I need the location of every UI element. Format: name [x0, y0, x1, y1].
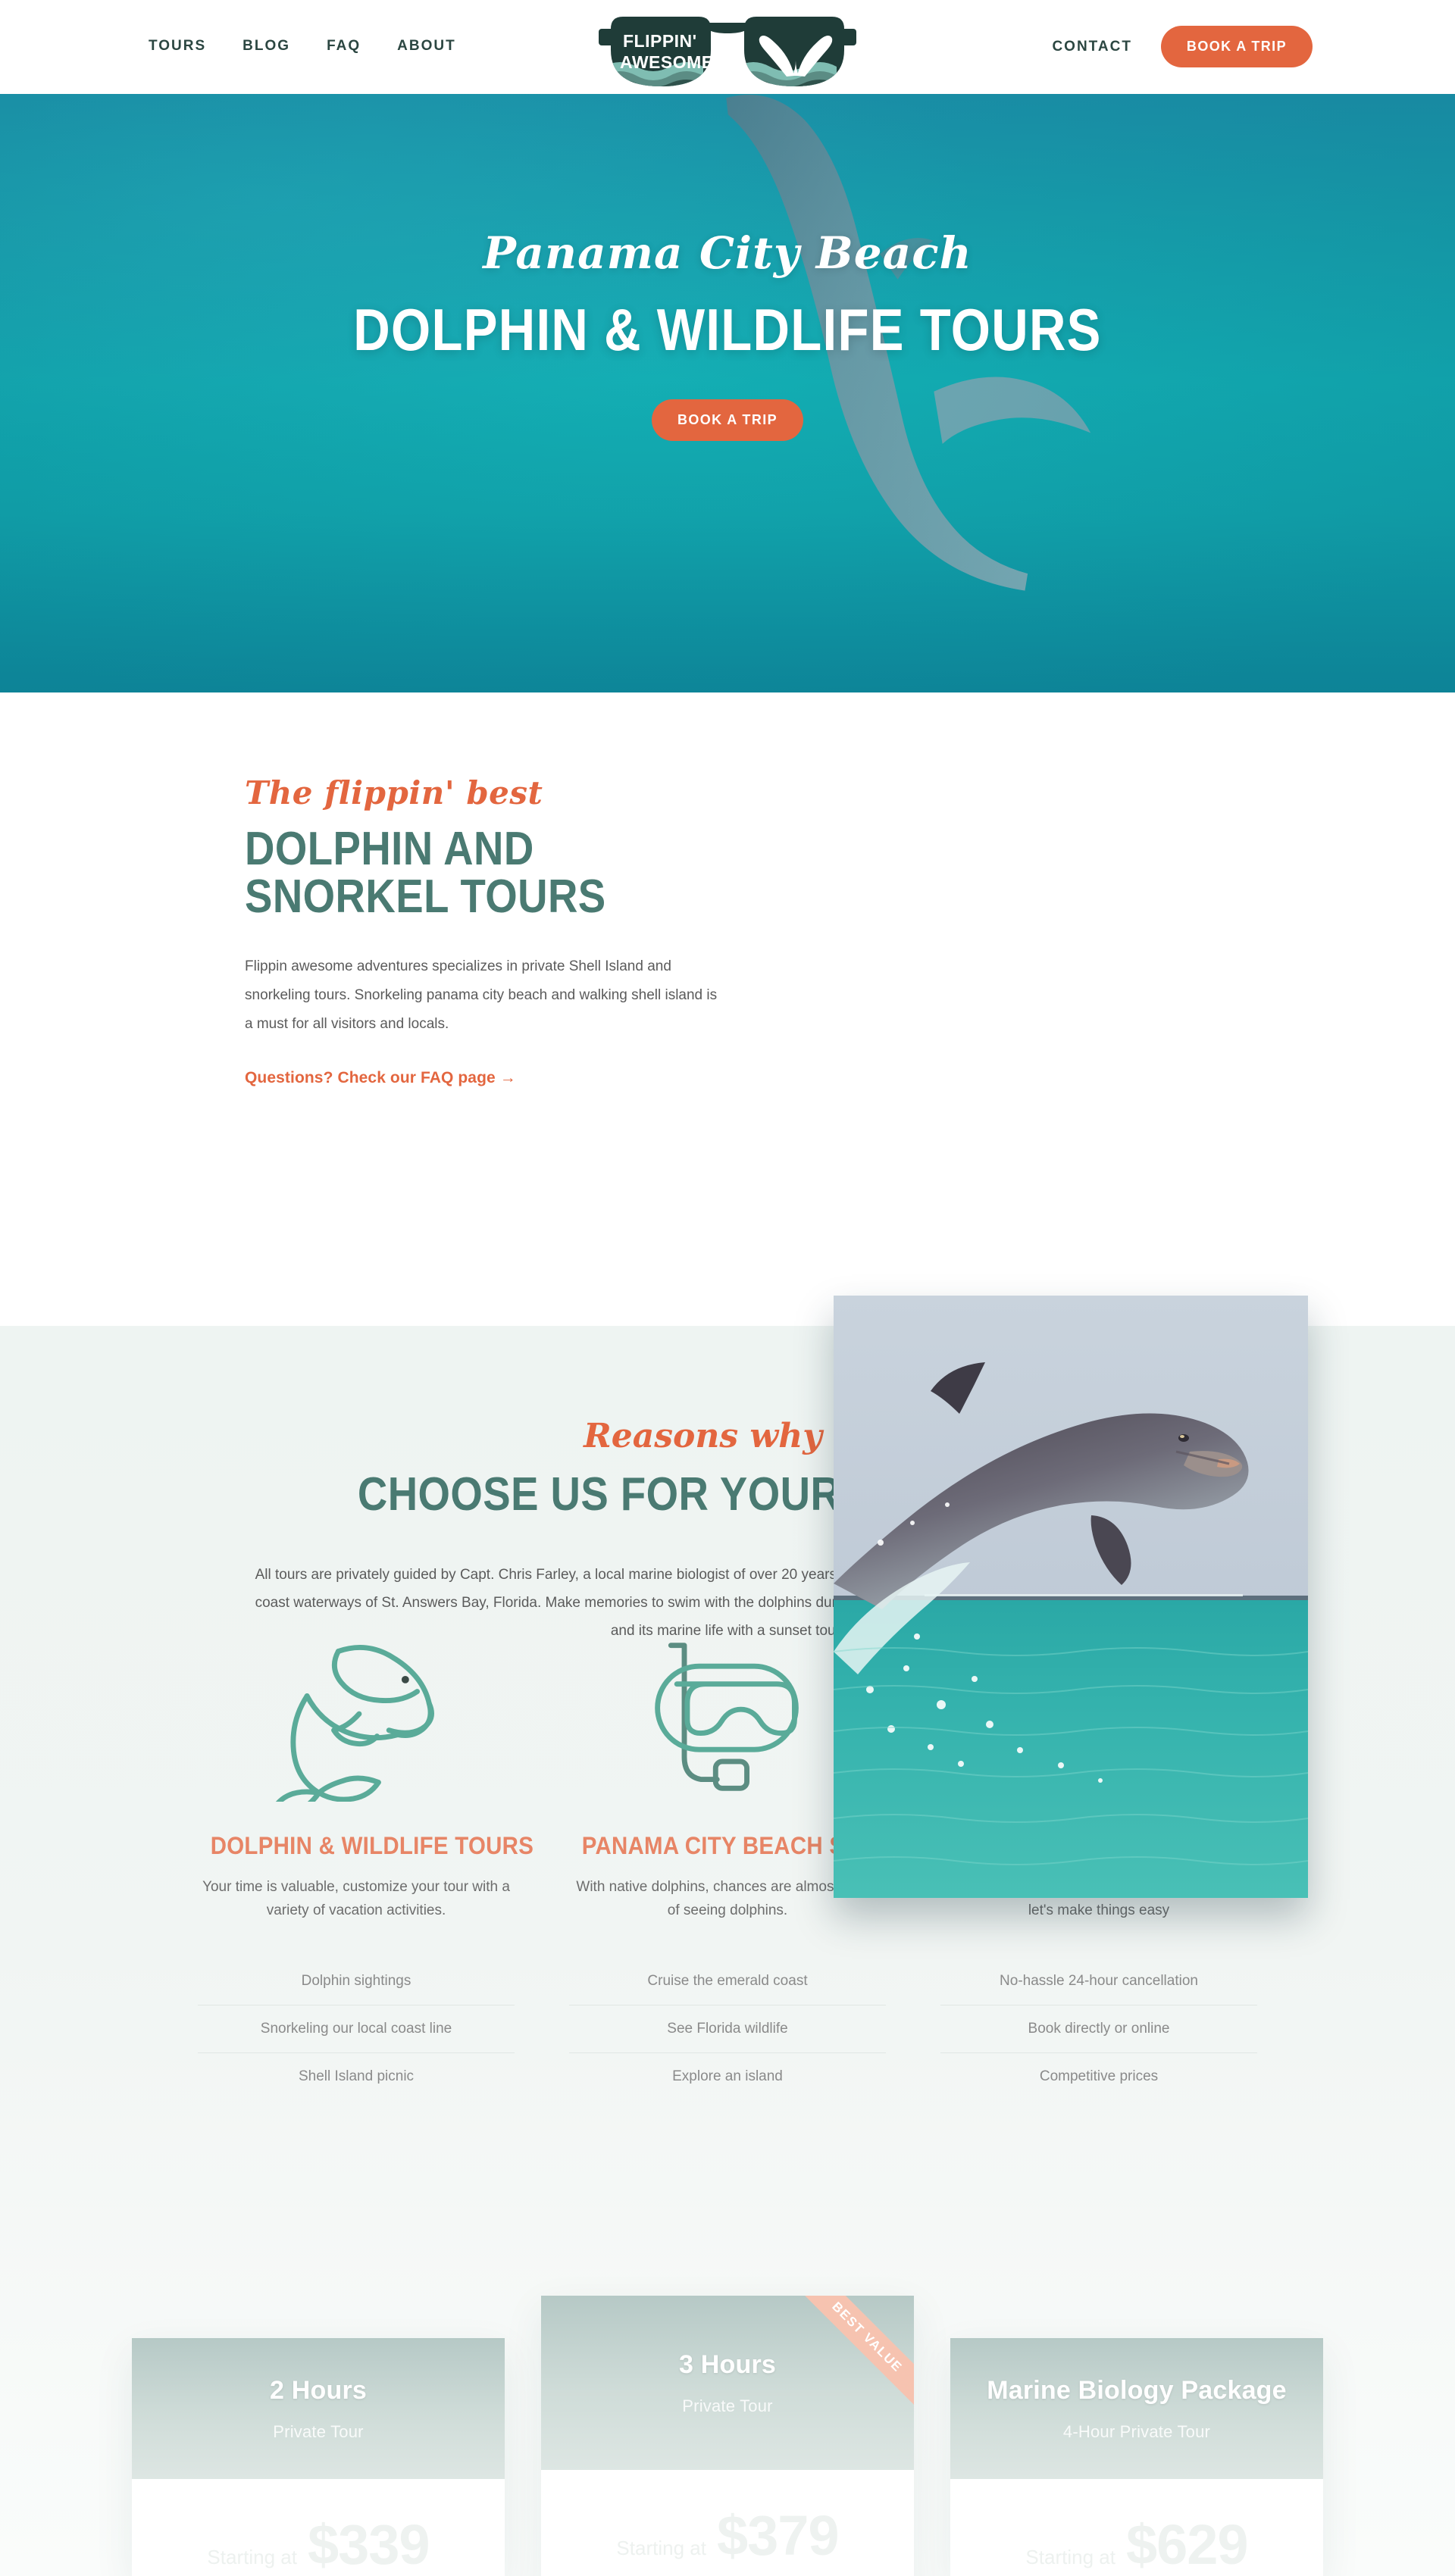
feature-column-dolphin-tours: DOLPHIN & WILDLIFE TOURS Your time is va…	[198, 1629, 534, 2100]
feature-title-1: DOLPHIN & WILDLIFE TOURS	[210, 1832, 534, 1859]
about-body: Flippin awesome adventures specializes i…	[245, 958, 718, 1033]
feature-list-item: Book directly or online	[940, 2005, 1257, 2053]
pricing-card-price: $339	[307, 2513, 430, 2576]
pricing-card-body: Starting at $379 3 hours for up to 6 peo…	[541, 2470, 914, 2576]
hero-script-title: Panama City Beach	[483, 227, 972, 279]
pricing-card-header: BEST VALUE 3 Hours Private Tour	[541, 2296, 914, 2470]
sunglasses-logo-icon: FLIPPIN' AWESOME	[599, 17, 856, 86]
pricing-card-body: Starting at $339	[132, 2479, 505, 2576]
feature-list-item: Shell Island picnic	[298, 2068, 415, 2084]
pricing-card-title: 3 Hours	[679, 2349, 776, 2379]
pricing-card-price-prefix: Starting at	[616, 2537, 706, 2559]
about-heading-line-2: SNORKEL TOURS	[245, 871, 606, 924]
header-actions: CONTACT BOOK A TRIP	[1052, 26, 1313, 67]
primary-nav: TOURS BLOG FAQ ABOUT	[149, 38, 456, 55]
pricing-card-3-hours[interactable]: BEST VALUE 3 Hours Private Tour Starting…	[541, 2296, 914, 2576]
nav-item-contact[interactable]: CONTACT	[1052, 39, 1131, 55]
nav-item-blog[interactable]: BLOG	[242, 38, 290, 55]
about-heading-line-1: DOLPHIN AND	[245, 823, 534, 875]
pricing-card-price-prefix: Starting at	[207, 2546, 297, 2568]
pricing-card-price-row: Starting at $629	[950, 2512, 1323, 2576]
pricing-card-price: $629	[1125, 2513, 1249, 2576]
hero-content: Panama City Beach DOLPHIN & WILDLIFE TOU…	[0, 94, 1455, 441]
landing-page: TOURS BLOG FAQ ABOUT CONTACT BOOK A TRIP	[0, 0, 1455, 2576]
pricing-card-header: 2 Hours Private Tour	[132, 2338, 505, 2479]
jumping-dolphin-photo	[834, 1296, 1308, 1898]
pricing-card-2-hours[interactable]: 2 Hours Private Tour Starting at $339	[132, 2338, 505, 2576]
about-text-block: The flippin' best DOLPHIN AND SNORKEL TO…	[245, 774, 730, 1087]
about-eyebrow: The flippin' best	[245, 774, 543, 811]
feature-list-item: Competitive prices	[1039, 2068, 1159, 2084]
logo-line-2: AWESOME	[620, 52, 714, 72]
pricing-card-price-row: Starting at $379	[541, 2503, 914, 2568]
feature-list-item: Snorkeling our local coast line	[198, 2005, 515, 2053]
feature-title-2: PANAMA CITY BEACH SNORKELING	[581, 1832, 981, 1859]
hero-section: Panama City Beach DOLPHIN & WILDLIFE TOU…	[0, 94, 1455, 692]
logo-line-1: FLIPPIN'	[623, 31, 697, 51]
feature-list-item: See Florida wildlife	[569, 2005, 886, 2053]
site-logo[interactable]: FLIPPIN' AWESOME	[588, 3, 867, 109]
pricing-card-price: $379	[716, 2504, 840, 2567]
pricing-card-marine-biology[interactable]: Marine Biology Package 4-Hour Private To…	[950, 2338, 1323, 2576]
pricing-card-price-row: Starting at $339	[132, 2512, 505, 2576]
feature-list-item: No-hassle 24-hour cancellation	[940, 1958, 1257, 2005]
about-heading: DOLPHIN AND SNORKEL TOURS	[245, 825, 671, 921]
pricing-card-price-prefix: Starting at	[1025, 2546, 1116, 2568]
header-book-a-trip-button[interactable]: BOOK A TRIP	[1160, 26, 1313, 67]
nav-item-about[interactable]: ABOUT	[397, 38, 456, 55]
hero-book-a-trip-button[interactable]: BOOK A TRIP	[651, 399, 804, 441]
best-value-ribbon: BEST VALUE	[790, 2296, 914, 2415]
feature-list-1: Dolphin sightings Snorkeling our local c…	[198, 1958, 515, 2100]
about-section: The flippin' best DOLPHIN AND SNORKEL TO…	[0, 692, 1455, 1326]
hero-main-title: DOLPHIN & WILDLIFE TOURS	[353, 296, 1102, 363]
pricing-card-subtitle: 4-Hour Private Tour	[1062, 2421, 1211, 2441]
feature-list-3: No-hassle 24-hour cancellation Book dire…	[940, 1958, 1257, 2100]
nav-item-tours[interactable]: TOURS	[149, 38, 206, 55]
pricing-card-subtitle: Private Tour	[682, 2396, 773, 2415]
hero-cta-wrap: BOOK A TRIP	[0, 399, 1455, 441]
site-header: TOURS BLOG FAQ ABOUT CONTACT BOOK A TRIP	[0, 0, 1455, 94]
pricing-card-subtitle: Private Tour	[273, 2421, 364, 2441]
pricing-section: 2 Hours Private Tour Starting at $339 BE…	[0, 2273, 1455, 2576]
feature-list-item: Dolphin sightings	[198, 1958, 515, 2005]
dolphin-photo-card	[834, 1296, 1308, 1898]
dolphin-icon	[198, 1629, 515, 1803]
pricing-card-header: Marine Biology Package 4-Hour Private To…	[950, 2338, 1323, 2479]
nav-item-faq[interactable]: FAQ	[327, 38, 361, 55]
pricing-card-title: 2 Hours	[270, 2375, 367, 2405]
about-faq-link[interactable]: Questions? Check our FAQ page →	[245, 1069, 516, 1087]
feature-list-item: Cruise the emerald coast	[569, 1958, 886, 2005]
feature-list-item: Explore an island	[672, 2068, 783, 2084]
pricing-card-body: Starting at $629	[950, 2479, 1323, 2576]
pricing-card-title: Marine Biology Package	[987, 2375, 1287, 2405]
feature-list-2: Cruise the emerald coast See Florida wil…	[569, 1958, 886, 2100]
feature-desc-1: Your time is valuable, customize your to…	[202, 1879, 510, 1919]
